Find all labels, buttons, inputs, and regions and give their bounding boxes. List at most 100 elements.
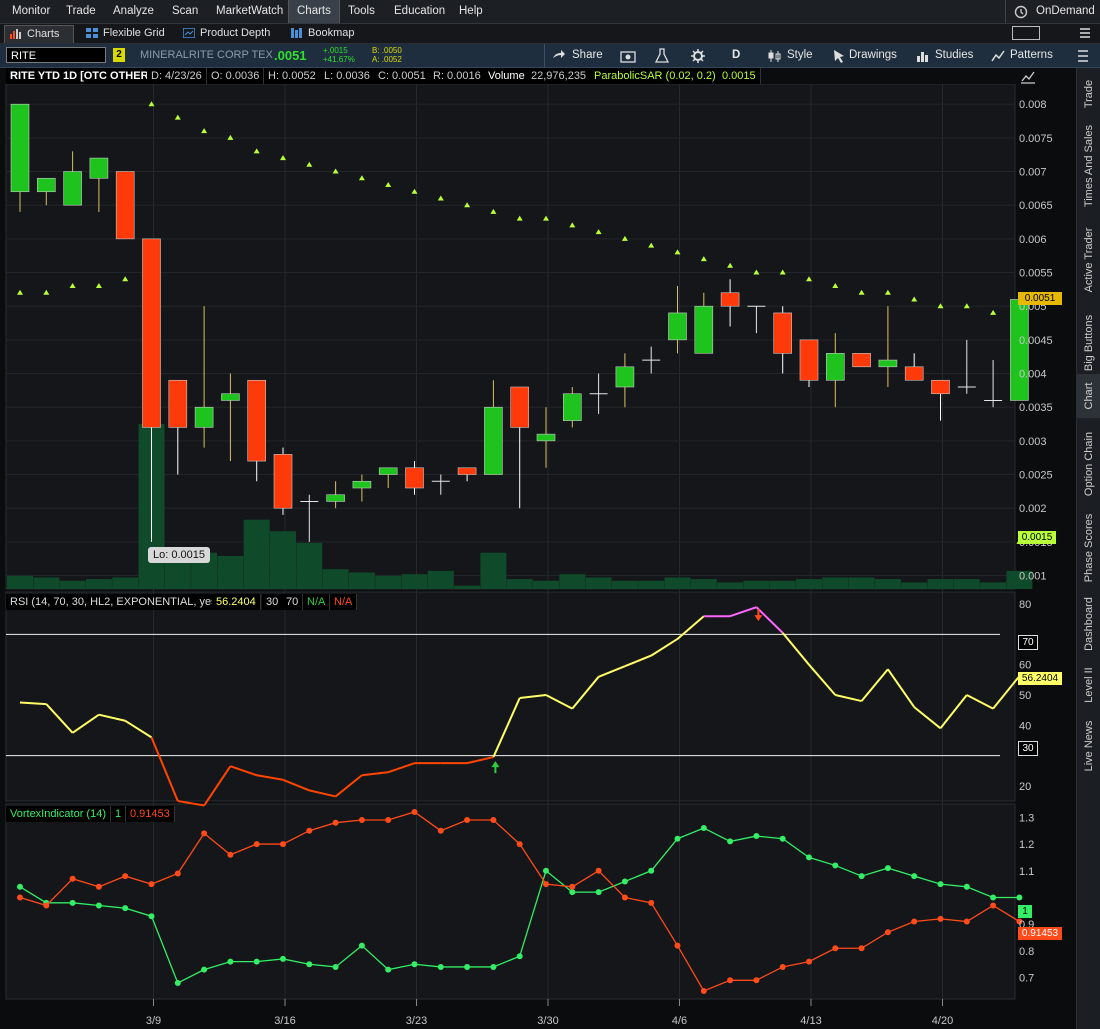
main-menu-bar: Monitor Trade Analyze Scan MarketWatch C… bbox=[0, 0, 1100, 24]
link-group-badge[interactable]: 2 bbox=[113, 48, 125, 62]
menu-marketwatch[interactable]: MarketWatch bbox=[208, 0, 291, 23]
tab-bookmap[interactable]: Bookmap bbox=[286, 25, 354, 42]
last-price-badge: 0.0051 bbox=[1018, 292, 1062, 305]
sidebar-tab-times-and-sales[interactable]: Times And Sales bbox=[1077, 120, 1100, 212]
vi-minus-point bbox=[490, 817, 497, 824]
vi-minus-point bbox=[411, 809, 418, 816]
vi-minus-point bbox=[569, 883, 576, 890]
sidebar-label: Dashboard bbox=[1083, 597, 1095, 651]
volume-bar bbox=[901, 582, 928, 589]
sidebar-label: Trade bbox=[1083, 79, 1095, 109]
header-open: O: 0.0036 bbox=[207, 68, 265, 84]
vortex-axis-label: 1.1 bbox=[1019, 866, 1034, 878]
sidebar-tab-level-ii[interactable]: Level II bbox=[1077, 660, 1100, 710]
vi-minus-badge: 0.91453 bbox=[1018, 927, 1062, 940]
menu-monitor[interactable]: Monitor bbox=[4, 0, 58, 23]
volume-bar bbox=[375, 575, 402, 589]
gear-icon[interactable] bbox=[690, 48, 706, 64]
sidebar-tab-active-trader[interactable]: Active Trader bbox=[1077, 218, 1100, 302]
vi-minus-point bbox=[306, 827, 313, 834]
candle-body bbox=[457, 467, 477, 475]
sidebar-tab-dashboard[interactable]: Dashboard bbox=[1077, 592, 1100, 656]
flask-icon[interactable] bbox=[654, 48, 670, 64]
header-high: H: 0.0052 bbox=[264, 68, 321, 84]
share-button[interactable]: Share bbox=[572, 44, 603, 67]
vi-plus-point bbox=[963, 883, 970, 890]
sidebar-tab-chart[interactable]: Chart bbox=[1077, 374, 1100, 418]
ondemand-button[interactable]: OnDemand bbox=[1028, 0, 1100, 23]
menu-analyze[interactable]: Analyze bbox=[105, 0, 162, 23]
ondemand-icon[interactable] bbox=[1014, 5, 1028, 19]
tab-product-depth[interactable]: Product Depth bbox=[178, 25, 270, 42]
sidebar-tab-live-news[interactable]: Live News bbox=[1077, 714, 1100, 778]
volume-bar bbox=[322, 569, 349, 589]
menu-trade[interactable]: Trade bbox=[58, 0, 104, 23]
menu-scan[interactable]: Scan bbox=[164, 0, 206, 23]
menu-tools[interactable]: Tools bbox=[340, 0, 383, 23]
candle-body bbox=[484, 406, 503, 475]
sidebar-label: Active Trader bbox=[1083, 227, 1095, 293]
symbol-input[interactable]: RITE bbox=[6, 47, 106, 63]
sidebar-tab-option-chain[interactable]: Option Chain bbox=[1077, 422, 1100, 506]
bookmap-icon bbox=[291, 28, 302, 38]
candle-body bbox=[852, 353, 871, 368]
aggregation-period-button[interactable]: D bbox=[732, 44, 740, 67]
price-axis-label: 0.0075 bbox=[1019, 133, 1053, 145]
candlestick-style-icon bbox=[768, 49, 782, 63]
vi-plus-point bbox=[727, 838, 734, 845]
candle-body bbox=[326, 494, 345, 502]
price-axis-label: 0.007 bbox=[1019, 167, 1047, 179]
sidebar-tab-phase-scores[interactable]: Phase Scores bbox=[1077, 508, 1100, 588]
volume-bar bbox=[611, 580, 638, 589]
menu-help[interactable]: Help bbox=[451, 0, 491, 23]
menu-education[interactable]: Education bbox=[386, 0, 453, 23]
window-icon[interactable] bbox=[1012, 26, 1040, 40]
depth-icon bbox=[183, 28, 195, 38]
vi-plus-point bbox=[385, 966, 392, 973]
volume-bar bbox=[59, 580, 86, 589]
chart-grid-icon[interactable] bbox=[1076, 48, 1090, 64]
vortex-axis-label: 0.7 bbox=[1019, 973, 1034, 985]
studies-menu[interactable]: Studies bbox=[935, 44, 973, 67]
volume-label: Volume bbox=[484, 68, 530, 84]
price-axis-label: 0.0025 bbox=[1019, 470, 1053, 482]
date-axis-label: 4/13 bbox=[800, 1015, 821, 1027]
vi-minus-point bbox=[753, 977, 760, 984]
expand-chart-icon[interactable] bbox=[1020, 70, 1036, 84]
tab-flexible-grid[interactable]: Flexible Grid bbox=[81, 25, 165, 42]
volume-bar bbox=[664, 577, 691, 589]
toolbar-separator bbox=[544, 44, 545, 67]
menu-lines-icon[interactable] bbox=[1078, 25, 1092, 41]
patterns-menu[interactable]: Patterns bbox=[1010, 44, 1053, 67]
sidebar-tab-big-buttons[interactable]: Big Buttons bbox=[1077, 306, 1100, 380]
sar-label: ParabolicSAR (0.02, 0.2) bbox=[590, 68, 721, 84]
vi-minus-point bbox=[779, 963, 786, 970]
rsi-value-badge: 56.2404 bbox=[1018, 672, 1062, 685]
candle-body bbox=[510, 386, 530, 428]
vi-minus-point bbox=[700, 987, 707, 994]
candle-body bbox=[562, 393, 582, 421]
studies-icon bbox=[916, 49, 930, 63]
rsi-oversold: 30 bbox=[262, 594, 284, 610]
rsi-axis-label: 80 bbox=[1019, 599, 1031, 611]
price-axis-label: 0.003 bbox=[1019, 436, 1047, 448]
vi-minus-point bbox=[122, 873, 129, 880]
chart-subtabs: Charts Flexible Grid Product Depth Bookm… bbox=[0, 24, 1100, 44]
chart-settings-icon[interactable] bbox=[620, 49, 636, 63]
candle-body bbox=[1010, 299, 1029, 401]
vi-plus-point bbox=[306, 961, 313, 968]
sidebar-tab-trade[interactable]: Trade bbox=[1077, 72, 1100, 116]
vi-minus-value: 0.91453 bbox=[126, 806, 175, 822]
header-range: R: 0.0016 bbox=[429, 68, 486, 84]
menu-charts[interactable]: Charts bbox=[288, 0, 340, 23]
vi-minus-point bbox=[332, 819, 339, 826]
volume-bar bbox=[85, 579, 112, 589]
drawings-menu[interactable]: Drawings bbox=[849, 44, 897, 67]
header-close: C: 0.0051 bbox=[374, 68, 431, 84]
volume-bar bbox=[769, 580, 796, 589]
tab-label: Product Depth bbox=[200, 27, 271, 39]
tab-charts[interactable]: Charts bbox=[4, 25, 74, 43]
rsi-30-badge: 30 bbox=[1018, 741, 1038, 756]
rsi-overbought: 70 bbox=[282, 594, 304, 610]
style-menu[interactable]: Style bbox=[787, 44, 813, 67]
